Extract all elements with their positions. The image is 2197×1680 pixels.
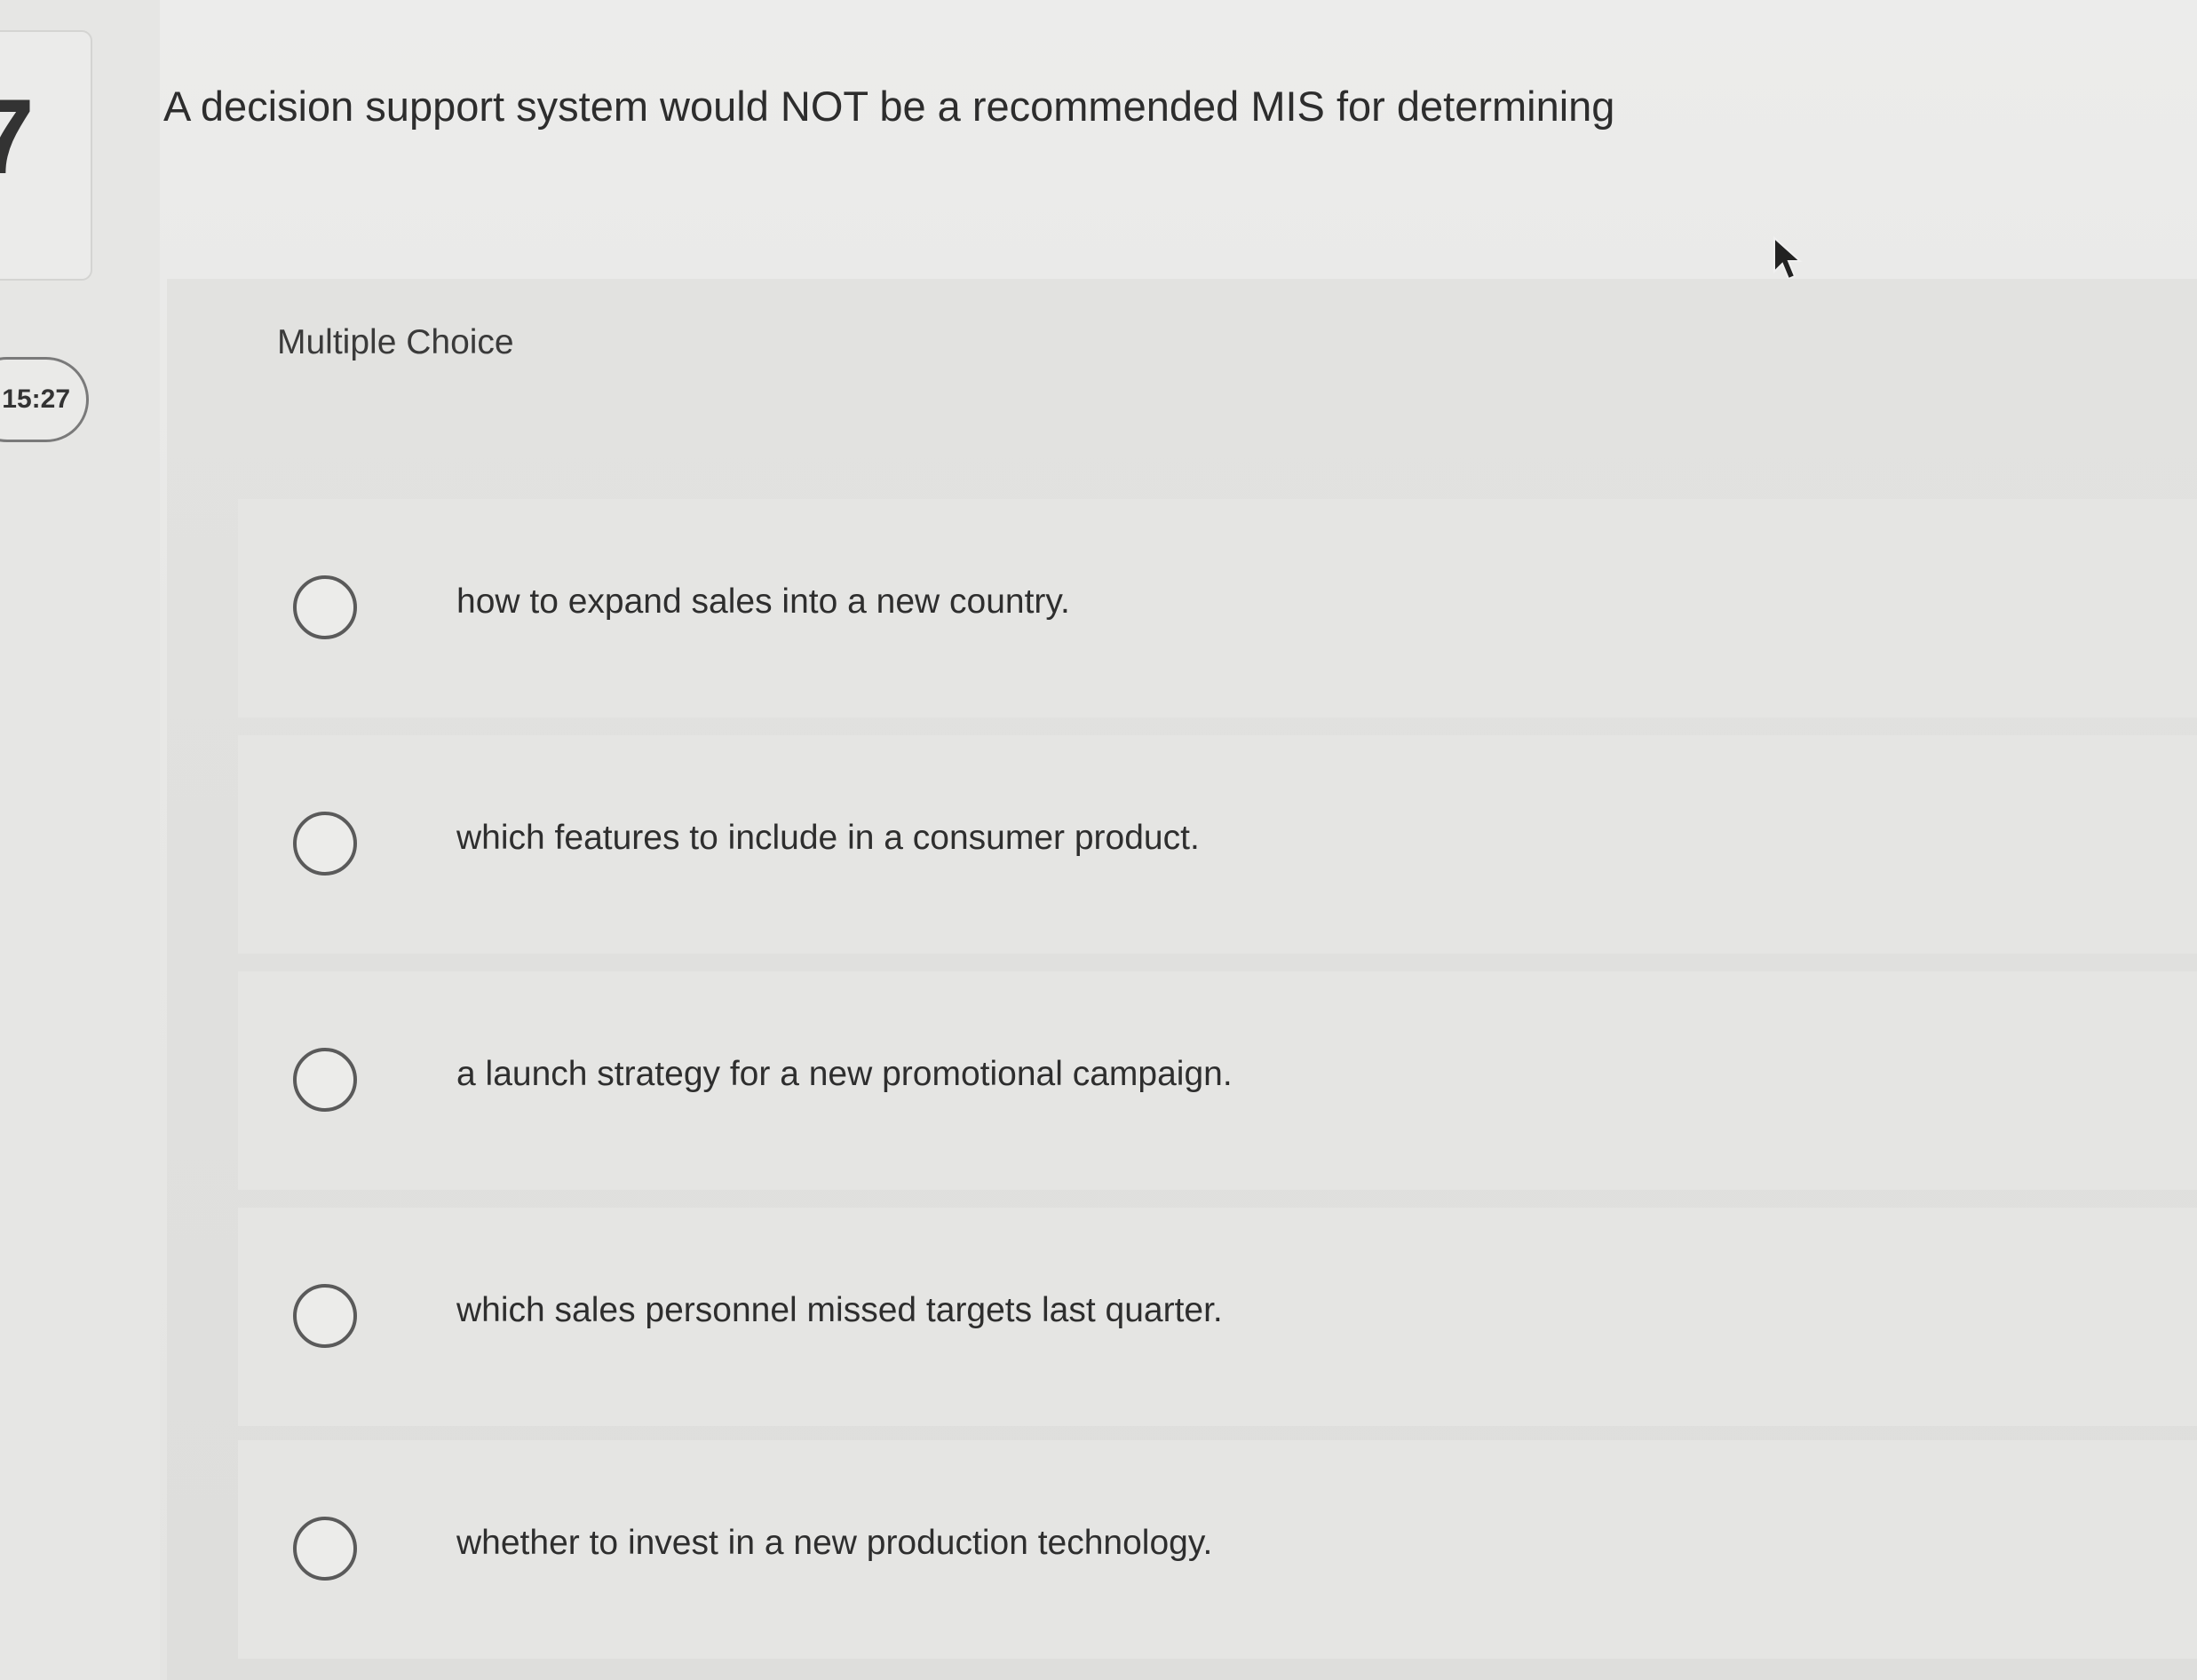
- answer-option[interactable]: which sales personnel missed targets las…: [238, 1208, 2197, 1426]
- radio-button-icon[interactable]: [293, 812, 357, 876]
- radio-button-icon[interactable]: [293, 575, 357, 639]
- radio-button-icon[interactable]: [293, 1517, 357, 1581]
- question-type-label: Multiple Choice: [277, 323, 514, 361]
- question-number-box[interactable]: 7: [0, 30, 92, 281]
- answer-option-label[interactable]: whether to invest in a new production te…: [456, 1524, 1212, 1563]
- radio-button-icon[interactable]: [293, 1048, 357, 1112]
- mouse-pointer-icon: [1773, 236, 1803, 281]
- timer-badge: :15:27: [0, 357, 89, 442]
- answer-option[interactable]: how to expand sales into a new country.: [238, 499, 2197, 717]
- radio-button-icon[interactable]: [293, 1284, 357, 1348]
- answer-option[interactable]: whether to invest in a new production te…: [238, 1440, 2197, 1659]
- question-stem: A decision support system would NOT be a…: [163, 83, 1615, 130]
- answer-option[interactable]: a launch strategy for a new promotional …: [238, 971, 2197, 1190]
- answer-option-label[interactable]: which sales personnel missed targets las…: [456, 1291, 1223, 1330]
- answer-option[interactable]: which features to include in a consumer …: [238, 735, 2197, 954]
- left-rail: 7 :15:27: [0, 0, 160, 1680]
- question-number: 7: [0, 83, 35, 190]
- answer-option-label[interactable]: a launch strategy for a new promotional …: [456, 1055, 1233, 1094]
- answer-option-label[interactable]: how to expand sales into a new country.: [456, 582, 1070, 622]
- answer-panel: Multiple Choice how to expand sales into…: [167, 279, 2197, 1680]
- answer-option-label[interactable]: which features to include in a consumer …: [456, 819, 1200, 858]
